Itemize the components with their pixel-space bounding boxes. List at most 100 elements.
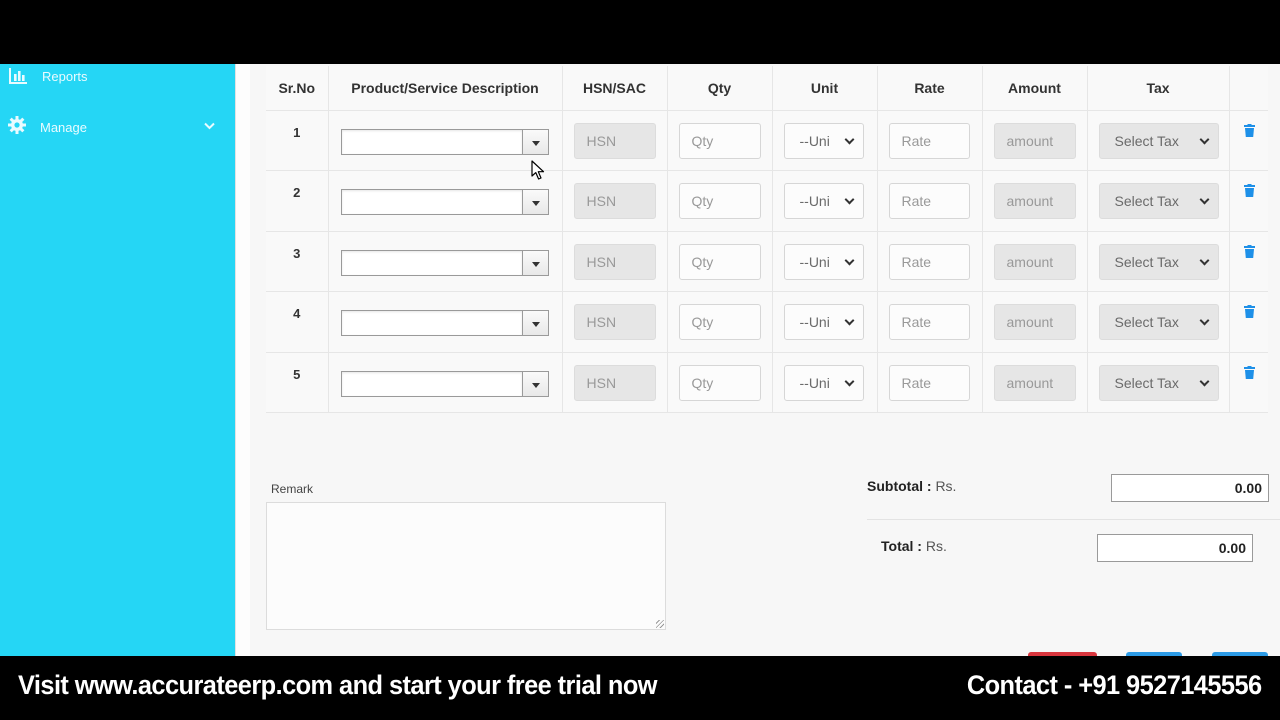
qty-input[interactable]: Qty xyxy=(678,243,761,280)
qty-input[interactable]: Qty xyxy=(678,304,761,340)
row-number: 1 xyxy=(293,124,301,140)
product-combobox[interactable] xyxy=(340,128,549,155)
subtotal-field[interactable]: 0.00 xyxy=(1111,474,1269,502)
rate-input[interactable]: Rate xyxy=(888,304,970,340)
trash-icon[interactable] xyxy=(1243,305,1255,318)
rate-input[interactable]: Rate xyxy=(888,243,970,280)
product-dropdown-button[interactable] xyxy=(521,310,549,336)
table-row: 3 HSN Qty --Uni Rate amount Select Tax xyxy=(266,231,1268,292)
tax-select[interactable]: Select Tax xyxy=(1098,183,1219,219)
product-input[interactable] xyxy=(340,370,523,397)
hsn-input[interactable]: HSN xyxy=(573,243,656,280)
trash-icon[interactable] xyxy=(1243,184,1255,197)
product-dropdown-button[interactable] xyxy=(521,370,549,397)
actions-cell xyxy=(1229,291,1268,353)
product-combobox[interactable] xyxy=(340,249,549,276)
unit-select[interactable]: --Uni xyxy=(783,183,864,219)
tax-select[interactable]: Select Tax xyxy=(1098,122,1219,159)
unit-select-value: --Uni xyxy=(799,193,830,209)
product-dropdown-button[interactable] xyxy=(521,128,549,155)
qty-input[interactable]: Qty xyxy=(678,122,761,159)
unit-select-value: --Uni xyxy=(799,253,830,270)
description-cell xyxy=(328,231,563,292)
trash-icon[interactable] xyxy=(1243,123,1255,137)
tax-select[interactable]: Select Tax xyxy=(1098,304,1219,340)
amount-input[interactable]: amount xyxy=(993,243,1076,280)
hsn-input[interactable]: HSN xyxy=(573,304,656,340)
product-combobox[interactable] xyxy=(340,370,549,397)
hsn-input[interactable]: HSN xyxy=(573,364,656,401)
product-input[interactable] xyxy=(340,189,523,215)
amount-input[interactable]: amount xyxy=(993,304,1076,340)
unit-select-value: --Uni xyxy=(799,374,830,391)
unit-cell: --Uni xyxy=(772,291,878,353)
column-header-unit: Unit xyxy=(772,66,878,111)
srno-cell: 3 xyxy=(266,231,329,292)
rate-input[interactable]: Rate xyxy=(888,364,970,401)
column-header-srno: Sr.No xyxy=(266,66,329,111)
column-header-tax: Tax xyxy=(1087,66,1230,111)
banner-website-text: Visit www.accurateerp.com and start your… xyxy=(18,670,657,700)
amount-input[interactable]: amount xyxy=(993,183,1076,219)
chevron-down-icon xyxy=(844,255,854,265)
qty-input[interactable]: Qty xyxy=(678,364,761,401)
actions-cell xyxy=(1229,110,1268,171)
srno-cell: 2 xyxy=(266,170,329,232)
hsn-cell: HSN xyxy=(562,352,668,413)
unit-select[interactable]: --Uni xyxy=(783,122,864,159)
gear-icon xyxy=(8,116,26,134)
product-dropdown-button[interactable] xyxy=(521,189,549,215)
total-field[interactable]: 0.00 xyxy=(1097,534,1253,562)
row-number: 5 xyxy=(293,366,301,382)
product-combobox[interactable] xyxy=(340,310,549,336)
remark-label: Remark xyxy=(271,482,314,496)
tax-select[interactable]: Select Tax xyxy=(1098,364,1219,401)
product-input[interactable] xyxy=(340,128,523,155)
rate-input[interactable]: Rate xyxy=(888,183,970,219)
total-label-text: Total : xyxy=(881,538,922,554)
tax-cell: Select Tax xyxy=(1087,110,1230,171)
hsn-cell: HSN xyxy=(562,291,668,353)
unit-select-value: --Uni xyxy=(799,132,830,149)
amount-input[interactable]: amount xyxy=(993,364,1076,401)
actions-cell xyxy=(1229,352,1268,413)
hsn-input[interactable]: HSN xyxy=(573,122,656,159)
textarea-resize-handle[interactable] xyxy=(656,620,664,628)
srno-cell: 1 xyxy=(266,110,329,171)
unit-cell: --Uni xyxy=(772,110,878,171)
tax-select-value: Select Tax xyxy=(1114,193,1179,209)
qty-cell: Qty xyxy=(667,170,773,232)
unit-select[interactable]: --Uni xyxy=(783,243,864,280)
tax-select[interactable]: Select Tax xyxy=(1098,243,1219,280)
row-number: 4 xyxy=(293,306,301,321)
product-combobox[interactable] xyxy=(340,189,549,215)
invoice-items-table: Sr.No Product/Service Description HSN/SA… xyxy=(266,66,1268,413)
tax-select-value: Select Tax xyxy=(1114,132,1179,149)
qty-input[interactable]: Qty xyxy=(678,183,761,219)
unit-cell: --Uni xyxy=(772,231,878,292)
product-input[interactable] xyxy=(340,310,523,336)
bar-chart-icon xyxy=(9,68,27,84)
sidebar-item-manage[interactable]: Manage xyxy=(0,112,235,142)
sidebar-item-reports[interactable]: Reports xyxy=(0,64,235,94)
unit-select[interactable]: --Uni xyxy=(783,304,864,340)
product-dropdown-button[interactable] xyxy=(521,249,549,276)
sidebar-item-label: Reports xyxy=(42,69,88,84)
row-number: 3 xyxy=(293,245,301,261)
rate-cell: Rate xyxy=(877,110,983,171)
remark-textarea[interactable] xyxy=(266,502,666,630)
amount-input[interactable]: amount xyxy=(993,122,1076,159)
unit-select[interactable]: --Uni xyxy=(783,364,864,401)
chevron-down-icon[interactable] xyxy=(204,122,215,130)
trash-icon[interactable] xyxy=(1243,244,1255,258)
rate-input[interactable]: Rate xyxy=(888,122,970,159)
trash-icon[interactable] xyxy=(1243,365,1255,379)
column-header-qty: Qty xyxy=(667,66,773,111)
product-input[interactable] xyxy=(340,249,523,276)
qty-cell: Qty xyxy=(667,352,773,413)
srno-cell: 5 xyxy=(266,352,329,413)
tax-cell: Select Tax xyxy=(1087,231,1230,292)
hsn-input[interactable]: HSN xyxy=(573,183,656,219)
column-header-actions xyxy=(1229,66,1268,111)
mouse-cursor-icon xyxy=(531,160,545,180)
